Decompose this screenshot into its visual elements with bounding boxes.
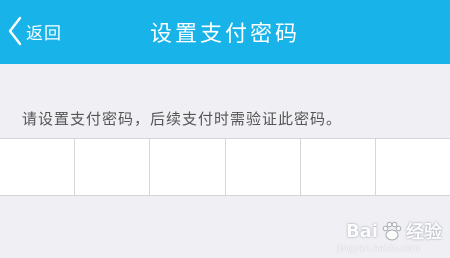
pin-box-4[interactable] [225,139,301,195]
pin-input-row[interactable] [0,138,450,196]
page-title: 设置支付密码 [149,22,300,47]
pin-box-1[interactable] [0,139,76,195]
paw-icon [382,221,402,241]
pin-box-6[interactable] [375,139,450,195]
header-bar: 返回 设置支付密码 [0,0,450,64]
baidu-jingyan-watermark: Bai 经验 jingyan.baidu.com [337,218,442,255]
watermark-url: jingyan.baidu.com [336,244,420,254]
watermark-brand-right: 经验 [406,222,442,243]
pin-box-2[interactable] [75,139,151,195]
pin-box-3[interactable] [150,139,226,195]
watermark-brand-left: Bai [345,220,378,242]
instruction-text: 请设置支付密码，后续支付时需验证此密码。 [22,110,343,128]
pin-box-5[interactable] [300,139,376,195]
